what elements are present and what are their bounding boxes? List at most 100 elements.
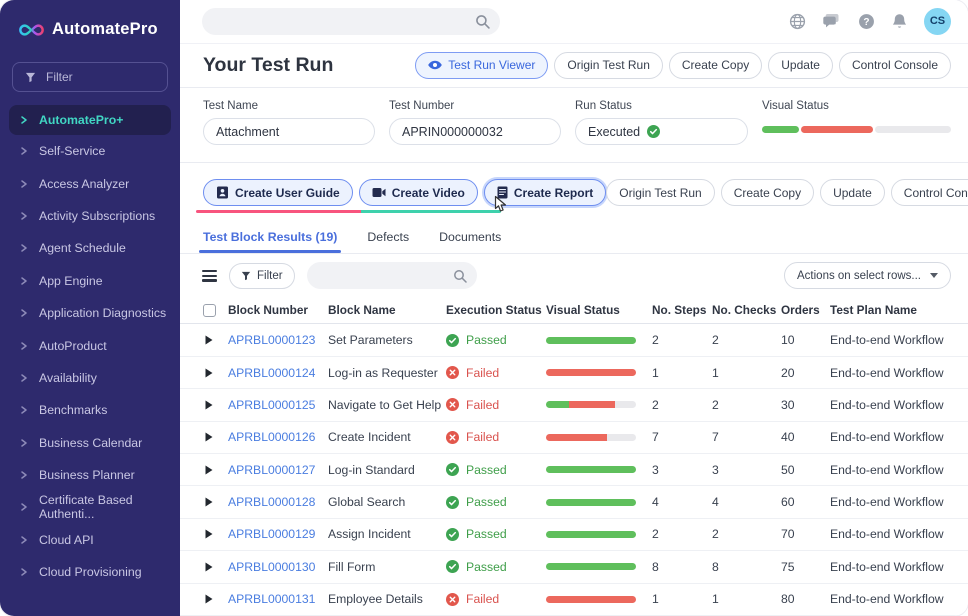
block-name: Fill Form: [328, 560, 446, 574]
expand-arrow-icon[interactable]: [205, 529, 228, 539]
expand-arrow-icon[interactable]: [205, 335, 228, 345]
sidebar-item-availability[interactable]: Availability: [0, 362, 180, 394]
run-status-input[interactable]: Executed: [575, 118, 748, 145]
expand-arrow-icon[interactable]: [205, 432, 228, 442]
sidebar-item-activity-subscriptions[interactable]: Activity Subscriptions: [0, 200, 180, 232]
teal-bar-segment: [361, 210, 501, 213]
block-number-link[interactable]: APRBL0000131: [228, 592, 328, 606]
test-name-input[interactable]: Attachment: [203, 118, 375, 145]
pink-bar-segment: [196, 210, 361, 213]
table-filter-button[interactable]: Filter: [229, 263, 295, 289]
create-copy-button-secondary[interactable]: Create Copy: [721, 179, 814, 206]
sidebar-item-label: App Engine: [39, 274, 103, 288]
visual-status-bar: [546, 369, 636, 376]
update-button-secondary[interactable]: Update: [820, 179, 885, 206]
block-number-link[interactable]: APRBL0000127: [228, 463, 328, 477]
execution-status: Failed: [446, 366, 546, 380]
test-plan-name: End-to-end Workflow: [830, 430, 951, 444]
field-test-name: Test Name Attachment: [203, 100, 375, 162]
block-number-link[interactable]: APRBL0000128: [228, 495, 328, 509]
global-search-input[interactable]: [202, 8, 500, 35]
block-name: Navigate to Get Help: [328, 398, 446, 412]
topbar-icons: ? CS: [789, 8, 951, 35]
avatar[interactable]: CS: [924, 8, 951, 35]
expand-arrow-icon[interactable]: [205, 594, 228, 604]
check-circle-icon: [446, 334, 459, 347]
x-circle-icon: [446, 431, 459, 444]
test-run-viewer-button[interactable]: Test Run Viewer: [415, 52, 548, 79]
eye-icon: [428, 60, 442, 70]
no-steps: 7: [652, 430, 712, 444]
bell-icon[interactable]: [892, 13, 907, 30]
chevron-right-icon: [20, 471, 28, 479]
block-number-link[interactable]: APRBL0000126: [228, 430, 328, 444]
sidebar-item-access-analyzer[interactable]: Access Analyzer: [0, 167, 180, 199]
sidebar-item-label: Application Diagnostics: [39, 306, 166, 320]
update-button[interactable]: Update: [768, 52, 833, 79]
table-body: APRBL0000123Set ParametersPassed2210End-…: [180, 324, 968, 616]
chat-icon[interactable]: [823, 14, 841, 29]
block-number-link[interactable]: APRBL0000130: [228, 560, 328, 574]
block-name: Set Parameters: [328, 333, 446, 347]
visual-status-bar: [546, 563, 636, 570]
secondary-buttons: Origin Test Run Create CopyUpdateControl …: [606, 179, 968, 206]
table-search-input[interactable]: [307, 262, 477, 289]
expand-arrow-icon[interactable]: [205, 368, 228, 378]
execution-status: Failed: [446, 398, 546, 412]
sidebar-item-agent-schedule[interactable]: Agent Schedule: [0, 232, 180, 264]
help-icon[interactable]: ?: [858, 13, 875, 30]
sidebar-item-autoproduct[interactable]: AutoProduct: [0, 329, 180, 361]
sidebar-item-application-diagnostics[interactable]: Application Diagnostics: [0, 297, 180, 329]
expand-arrow-icon[interactable]: [205, 465, 228, 475]
block-name: Create Incident: [328, 430, 446, 444]
expand-arrow-icon[interactable]: [205, 562, 228, 572]
sidebar-item-business-calendar[interactable]: Business Calendar: [0, 427, 180, 459]
test-number-input[interactable]: APRIN000000032: [389, 118, 561, 145]
test-plan-name: End-to-end Workflow: [830, 495, 951, 509]
sidebar-item-app-engine[interactable]: App Engine: [0, 265, 180, 297]
create-video-button[interactable]: Create Video: [359, 179, 478, 206]
check-circle-icon: [446, 528, 459, 541]
origin-test-run-button[interactable]: Origin Test Run: [554, 52, 662, 79]
sidebar-filter-input[interactable]: Filter: [12, 62, 168, 92]
origin-test-run-button-secondary[interactable]: Origin Test Run: [606, 179, 714, 206]
create-report-button[interactable]: Create Report: [484, 179, 606, 206]
test-name-label: Test Name: [203, 100, 375, 112]
create-user-guide-button[interactable]: Create User Guide: [203, 179, 353, 206]
block-number-link[interactable]: APRBL0000124: [228, 366, 328, 380]
table-row: APRBL0000129Assign IncidentPassed2270End…: [180, 519, 968, 551]
chevron-right-icon: [20, 503, 28, 511]
infinity-logo-icon: [18, 23, 45, 37]
sidebar-item-cloud-provisioning[interactable]: Cloud Provisioning: [0, 556, 180, 588]
tab-defects[interactable]: Defects: [367, 222, 409, 253]
control-console-button[interactable]: Control Console: [839, 52, 951, 79]
chevron-right-icon: [20, 374, 28, 382]
actions-on-rows-dropdown[interactable]: Actions on select rows...: [784, 262, 951, 289]
globe-icon[interactable]: [789, 13, 806, 30]
tab-documents[interactable]: Documents: [439, 222, 501, 253]
sidebar-item-self-service[interactable]: Self-Service: [0, 135, 180, 167]
sidebar-item-business-planner[interactable]: Business Planner: [0, 459, 180, 491]
tab-test-block-results-19[interactable]: Test Block Results (19): [203, 222, 337, 253]
menu-icon[interactable]: [202, 267, 217, 284]
sidebar-item-benchmarks[interactable]: Benchmarks: [0, 394, 180, 426]
table-row: APRBL0000125Navigate to Get HelpFailed22…: [180, 389, 968, 421]
execution-status: Passed: [446, 527, 546, 541]
create-copy-button[interactable]: Create Copy: [669, 52, 762, 79]
sidebar-item-automatepro[interactable]: AutomatePro+: [9, 105, 171, 135]
main-area: ? CS Your Test Run Test Run ViewerOrigin…: [180, 0, 968, 616]
expand-arrow-icon[interactable]: [205, 400, 228, 410]
control-console-button-secondary[interactable]: Control Console: [891, 179, 968, 206]
run-status-label: Run Status: [575, 100, 748, 112]
expand-arrow-icon[interactable]: [205, 497, 228, 507]
column-header-block-number: Block Number: [228, 303, 328, 317]
block-number-link[interactable]: APRBL0000129: [228, 527, 328, 541]
green-bar-segment: [546, 563, 636, 570]
block-number-link[interactable]: APRBL0000125: [228, 398, 328, 412]
sidebar-item-certificate-based-authenti[interactable]: Certificate Based Authenti...: [0, 491, 180, 523]
sidebar-item-cloud-api[interactable]: Cloud API: [0, 524, 180, 556]
select-all-checkbox[interactable]: [203, 304, 216, 317]
chevron-right-icon: [20, 180, 28, 188]
no-checks: 2: [712, 527, 781, 541]
block-number-link[interactable]: APRBL0000123: [228, 333, 328, 347]
